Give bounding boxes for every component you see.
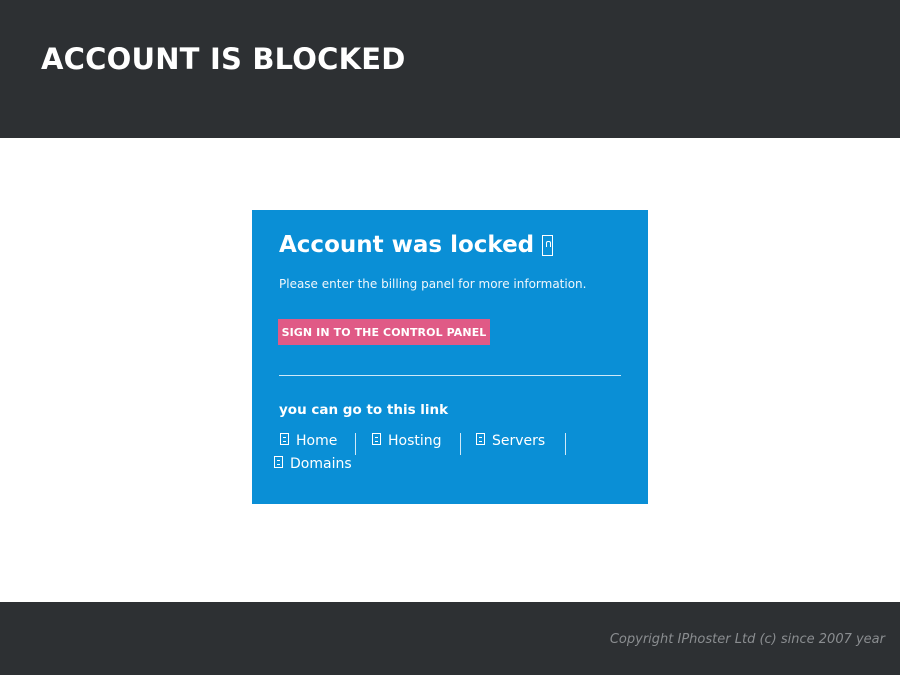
page-icon: [372, 433, 381, 445]
page-icon: [476, 433, 485, 445]
link-domains-label: Domains: [290, 456, 352, 472]
blocked-notice-panel: Account was locked Please enter the bill…: [252, 210, 648, 504]
sign-in-control-panel-button[interactable]: SIGN IN TO THE CONTROL PANEL: [278, 319, 490, 345]
panel-message: Please enter the billing panel for more …: [279, 277, 587, 291]
page-icon: [280, 433, 289, 445]
panel-title: Account was locked: [279, 232, 554, 258]
link-home-label: Home: [296, 433, 338, 449]
lock-icon: [542, 234, 554, 256]
link-separator: [460, 433, 461, 455]
link-domains[interactable]: Domains: [274, 456, 352, 472]
page-title: ACCOUNT IS BLOCKED: [41, 42, 406, 76]
copyright-text: Copyright IPhoster Ltd (c) since 2007 ye…: [609, 632, 885, 647]
page-icon: [274, 456, 283, 468]
link-hosting[interactable]: Hosting: [372, 433, 442, 449]
link-hosting-label: Hosting: [388, 433, 442, 449]
page-footer: Copyright IPhoster Ltd (c) since 2007 ye…: [0, 602, 900, 675]
link-separator: [355, 433, 356, 455]
links-heading: you can go to this link: [279, 402, 449, 418]
panel-title-text: Account was locked: [279, 232, 535, 258]
panel-divider: [279, 375, 621, 376]
page-header: ACCOUNT IS BLOCKED: [0, 0, 900, 138]
link-servers[interactable]: Servers: [476, 433, 545, 449]
link-separator: [565, 433, 566, 455]
link-servers-label: Servers: [492, 433, 546, 449]
link-home[interactable]: Home: [280, 433, 337, 449]
